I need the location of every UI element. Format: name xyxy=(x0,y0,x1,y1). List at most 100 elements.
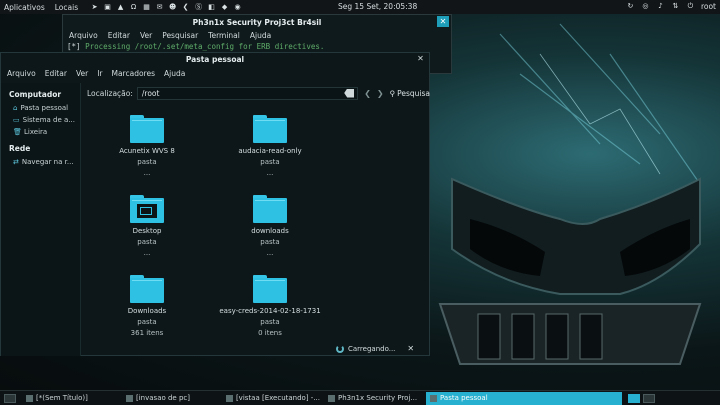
file-manager-titlebar[interactable]: Pasta pessoal ✕ xyxy=(1,53,429,66)
folder-info: ... xyxy=(143,249,151,257)
taskbar-item-label: [vistaa [Executando] -... xyxy=(235,394,320,402)
people-icon[interactable]: ☻ xyxy=(168,3,177,12)
triangle-icon[interactable]: ▲ xyxy=(116,3,125,12)
folder-info: 0 itens xyxy=(258,329,282,337)
taskbar-item[interactable]: [invasao de pc] xyxy=(122,392,222,405)
sidebar-item-filesystem[interactable]: ▭ Sistema de a... xyxy=(1,114,80,126)
globe-icon[interactable]: ◉ xyxy=(233,3,242,12)
close-icon[interactable]: ✕ xyxy=(437,16,449,27)
folder-item[interactable]: audacia-read-only pasta ... xyxy=(215,115,325,179)
folder-type: pasta xyxy=(137,238,157,246)
folder-item[interactable]: Downloads pasta 361 itens xyxy=(92,275,202,339)
arrow-icon[interactable]: ➤ xyxy=(90,3,99,12)
chrome-icon[interactable]: ◎ xyxy=(641,2,650,11)
sync-icon[interactable]: ↻ xyxy=(626,2,635,11)
box-icon[interactable]: ◧ xyxy=(207,3,216,12)
folder-item[interactable]: Desktop pasta ... xyxy=(92,195,202,259)
terminal-icon[interactable]: ▣ xyxy=(103,3,112,12)
folder-item[interactable]: Acunetix WVS 8 pasta ... xyxy=(92,115,202,179)
location-input[interactable]: /root xyxy=(136,86,359,100)
menu-ajuda[interactable]: Ajuda xyxy=(164,69,185,78)
clock[interactable]: Seg 15 Set, 20:05:38 xyxy=(338,2,417,11)
show-desktop-button[interactable] xyxy=(4,393,16,403)
user-menu[interactable]: root xyxy=(701,2,716,11)
workspace-1-button[interactable] xyxy=(628,393,640,403)
terminal-line-text: Processing /root/.set/meta_config for ER… xyxy=(85,42,325,51)
sidebar-item-label: Lixeira xyxy=(24,128,48,136)
loading-text: Carregando... xyxy=(348,344,396,353)
close-icon[interactable]: ✕ xyxy=(415,54,426,64)
menu-marcadores[interactable]: Marcadores xyxy=(111,69,155,78)
network-icon[interactable]: ⇅ xyxy=(671,2,680,11)
clear-icon[interactable] xyxy=(344,88,355,98)
drive-icon: ▭ xyxy=(13,116,20,124)
close-icon[interactable]: ✕ xyxy=(407,344,414,353)
terminal-menubar: Arquivo Editar Ver Pesquisar Terminal Aj… xyxy=(63,29,451,42)
back-icon[interactable]: ❮ xyxy=(364,89,371,98)
forward-icon[interactable]: ❯ xyxy=(377,89,384,98)
menu-ir[interactable]: Ir xyxy=(97,69,102,78)
folder-item[interactable]: easy-creds-2014-02-18-1731 pasta 0 itens xyxy=(215,275,325,339)
top-panel: Aplicativos Locais ➤ ▣ ▲ Ω ▦ ✉ ☻ ❮ Ⓢ ◧ ◆… xyxy=(0,0,720,14)
workspace-2-button[interactable] xyxy=(643,393,655,403)
window-icon xyxy=(226,394,233,402)
taskbar-item-label: [*(Sem Título)] xyxy=(36,394,88,402)
taskbar-item-active[interactable]: Pasta pessoal xyxy=(426,391,622,405)
sidebar-item-home[interactable]: ⌂ Pasta pessoal xyxy=(1,102,80,114)
menu-ver[interactable]: Ver xyxy=(76,69,88,78)
sidebar-item-trash[interactable]: 🗑 Lixeira xyxy=(1,126,80,138)
terminal-menu-terminal[interactable]: Terminal xyxy=(208,31,240,40)
power-icon[interactable]: ⏻ xyxy=(686,2,695,11)
taskbar-item-label: Pasta pessoal xyxy=(440,394,488,402)
terminal-menu-ajuda[interactable]: Ajuda xyxy=(250,31,271,40)
taskbar-item[interactable]: Ph3n1x Security Proj... xyxy=(324,392,426,405)
location-value: /root xyxy=(141,88,160,98)
terminal-menu-editar[interactable]: Editar xyxy=(108,31,130,40)
terminal-menu-arquivo[interactable]: Arquivo xyxy=(69,31,98,40)
folder-icon xyxy=(253,195,287,223)
loading-indicator: Carregando... ✕ xyxy=(334,342,429,355)
search-button[interactable]: ⚲ Pesquisa xyxy=(390,89,430,98)
folder-name: Acunetix WVS 8 xyxy=(119,147,175,155)
brackets-icon[interactable]: ❮ xyxy=(181,3,190,12)
folder-name: Desktop xyxy=(132,227,162,235)
omega-icon[interactable]: Ω xyxy=(129,3,138,12)
folder-name: audacia-read-only xyxy=(238,147,302,155)
sidebar-item-label: Pasta pessoal xyxy=(20,104,69,112)
terminal-titlebar[interactable]: Ph3n1x Security Proj3ct Br4sil ✕ xyxy=(63,15,451,29)
menu-arquivo[interactable]: Arquivo xyxy=(7,69,36,78)
folder-icon xyxy=(253,275,287,303)
sidebar-item-browse-network[interactable]: ⇄ Navegar na r... xyxy=(1,156,80,168)
folder-icon xyxy=(130,115,164,143)
terminal-output-line[interactable]: [*] Processing /root/.set/meta_config fo… xyxy=(63,42,451,51)
terminal-menu-ver[interactable]: Ver xyxy=(140,31,152,40)
speaker-icon[interactable]: ♪ xyxy=(656,2,665,11)
taskbar-item[interactable]: [vistaa [Executando] -... xyxy=(222,392,324,405)
taskbar-item[interactable]: [*(Sem Título)] xyxy=(22,392,122,405)
skype-icon[interactable]: Ⓢ xyxy=(194,3,203,12)
sidebar-item-label: Sistema de a... xyxy=(22,116,75,124)
grid-icon[interactable]: ▦ xyxy=(142,3,151,12)
places-menu[interactable]: Locais xyxy=(55,3,78,12)
file-manager-window: Pasta pessoal ✕ Arquivo Editar Ver Ir Ma… xyxy=(0,52,430,356)
menu-editar[interactable]: Editar xyxy=(45,69,67,78)
shield-icon[interactable]: ◆ xyxy=(220,3,229,12)
folder-info: ... xyxy=(266,169,274,177)
mail-icon[interactable]: ✉ xyxy=(155,3,164,12)
folder-type: pasta xyxy=(137,318,157,326)
places-sidebar: Computador ⌂ Pasta pessoal ▭ Sistema de … xyxy=(1,83,81,356)
folder-item[interactable]: downloads pasta ... xyxy=(215,195,325,259)
bottom-taskbar: [*(Sem Título)] [invasao de pc] [vistaa … xyxy=(0,390,720,405)
sidebar-item-label: Navegar na r... xyxy=(21,158,74,166)
terminal-title: Ph3n1x Security Proj3ct Br4sil xyxy=(192,17,322,27)
window-icon xyxy=(26,394,33,402)
window-icon xyxy=(430,394,437,402)
window-icon xyxy=(126,394,133,402)
terminal-line-prefix: [*] xyxy=(67,42,81,51)
folder-name: Downloads xyxy=(127,307,167,315)
home-icon: ⌂ xyxy=(13,104,18,112)
launcher-tray: ➤ ▣ ▲ Ω ▦ ✉ ☻ ❮ Ⓢ ◧ ◆ ◉ xyxy=(90,3,242,12)
applications-menu[interactable]: Aplicativos xyxy=(4,3,45,12)
terminal-menu-pesquisar[interactable]: Pesquisar xyxy=(162,31,198,40)
folder-info: 361 itens xyxy=(130,329,164,337)
